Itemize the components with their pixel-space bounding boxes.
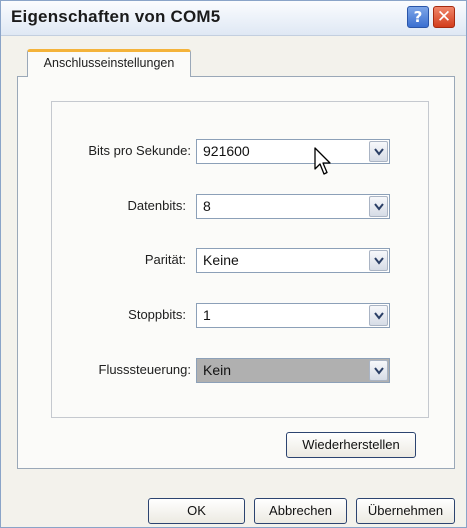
flow-control-select[interactable]: Kein — [196, 358, 390, 383]
restore-defaults-button[interactable]: Wiederherstellen — [286, 432, 416, 458]
data-bits-value: 8 — [203, 198, 211, 214]
chevron-down-icon[interactable] — [369, 250, 388, 271]
close-button[interactable]: ✕ — [433, 6, 455, 28]
flow-control-value: Kein — [203, 362, 232, 378]
ok-button[interactable]: OK — [148, 498, 245, 524]
stop-bits-value: 1 — [203, 307, 211, 323]
bits-per-second-label: Bits pro Sekunde: — [88, 143, 191, 158]
chevron-down-icon[interactable] — [369, 360, 388, 381]
bits-per-second-value: 921600 — [203, 143, 250, 159]
chevron-down-icon[interactable] — [369, 141, 388, 162]
stop-bits-label: Stoppbits: — [128, 307, 186, 322]
tab-port-settings[interactable]: Anschlusseinstellungen — [27, 49, 191, 77]
chevron-down-icon[interactable] — [369, 196, 388, 217]
data-bits-select[interactable]: 8 — [196, 194, 390, 219]
parity-select[interactable]: Keine — [196, 248, 390, 273]
stop-bits-select[interactable]: 1 — [196, 303, 390, 328]
apply-button[interactable]: Übernehmen — [356, 498, 455, 524]
bits-per-second-select[interactable]: 921600 — [196, 139, 390, 164]
help-button[interactable]: ? — [407, 6, 429, 28]
parity-label: Parität: — [144, 252, 186, 267]
cancel-button[interactable]: Abbrechen — [254, 498, 347, 524]
chevron-down-icon[interactable] — [369, 305, 388, 326]
properties-dialog: Eigenschaften von COM5 ? ✕ Anschlusseins… — [0, 0, 467, 528]
title-bar[interactable]: Eigenschaften von COM5 ? ✕ — [1, 1, 466, 36]
parity-value: Keine — [203, 252, 239, 268]
data-bits-label: Datenbits: — [127, 198, 186, 213]
mouse-cursor-icon — [314, 147, 331, 175]
flow-control-label: Flusssteuerung: — [98, 362, 192, 377]
window-title: Eigenschaften von COM5 — [11, 7, 221, 26]
